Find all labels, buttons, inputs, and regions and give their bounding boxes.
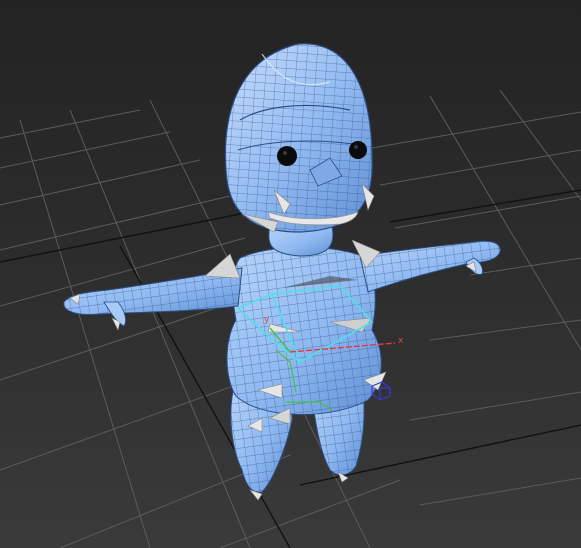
right-eye [349, 141, 367, 159]
x-axis-label: x [398, 336, 404, 346]
y-axis-label: y [264, 315, 270, 325]
viewport-canvas[interactable]: x y [0, 0, 581, 548]
left-eye [277, 146, 297, 166]
3d-viewport[interactable]: x y [0, 0, 581, 548]
